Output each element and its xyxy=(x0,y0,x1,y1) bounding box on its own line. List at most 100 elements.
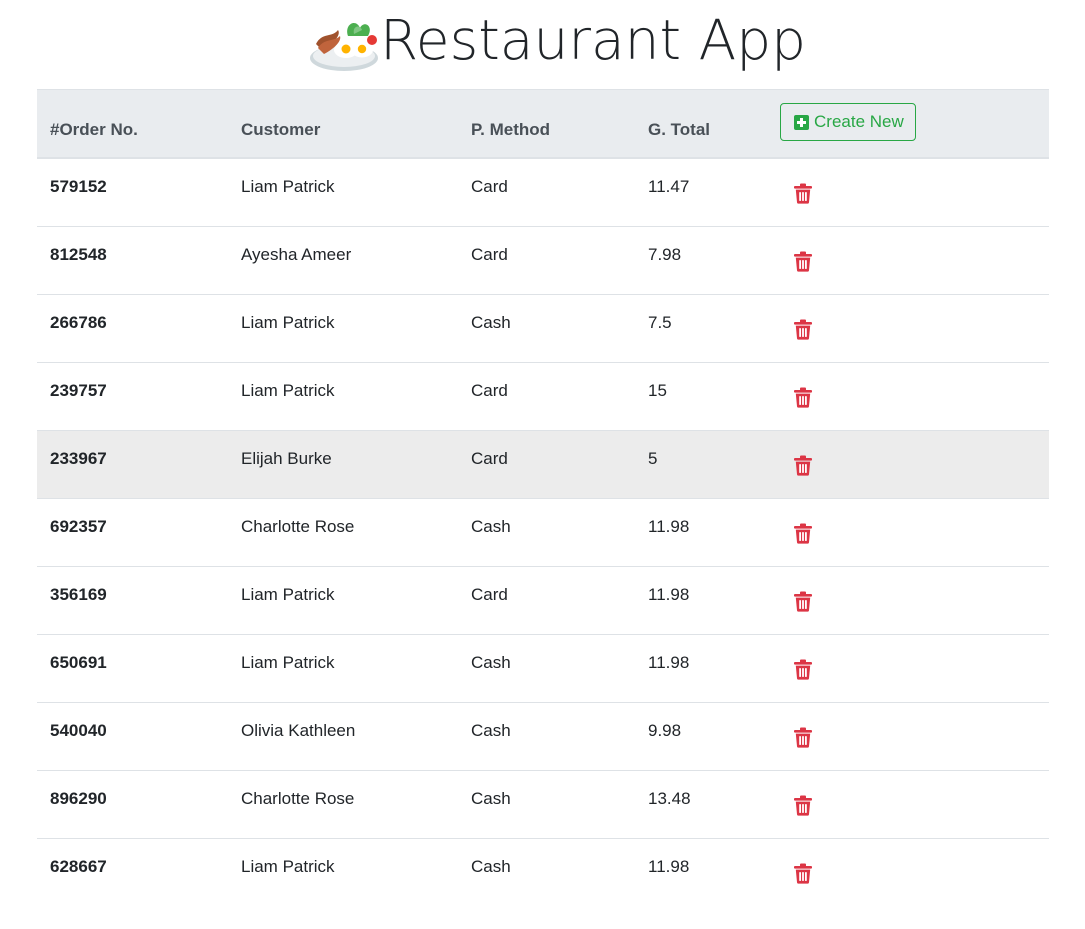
actions-cell xyxy=(780,294,1049,363)
actions-cell xyxy=(780,634,1049,703)
grand-total: 9.98 xyxy=(648,720,682,740)
customer-cell: Olivia Kathleen xyxy=(228,702,458,771)
payment-method: Card xyxy=(471,244,508,264)
grand-total: 11.47 xyxy=(648,176,690,196)
actions-cell xyxy=(780,498,1049,567)
grand-total: 11.98 xyxy=(648,856,690,876)
order-number: 540040 xyxy=(50,720,107,740)
payment-method-cell: Card xyxy=(458,430,635,499)
customer-cell: Liam Patrick xyxy=(228,566,458,635)
customer-name: Olivia Kathleen xyxy=(241,720,356,740)
actions-cell xyxy=(780,838,1049,906)
grand-total-cell: 13.48 xyxy=(635,770,780,839)
plus-square-icon xyxy=(794,114,809,130)
app-header: Restaurant App xyxy=(0,0,1085,88)
grand-total-cell: 11.98 xyxy=(635,498,780,567)
actions-cell xyxy=(780,157,1049,227)
table-row[interactable]: 628667 Liam Patrick Cash 11.98 xyxy=(37,838,1049,906)
customer-name: Charlotte Rose xyxy=(241,516,355,536)
payment-method-cell: Cash xyxy=(458,770,635,839)
customer-cell: Liam Patrick xyxy=(228,294,458,363)
order-number: 356169 xyxy=(50,584,107,604)
payment-method-cell: Cash xyxy=(458,294,635,363)
customer-cell: Liam Patrick xyxy=(228,157,458,227)
orders-table: #Order No. Customer P. Method G. Total C… xyxy=(37,89,1049,906)
table-header-row: #Order No. Customer P. Method G. Total C… xyxy=(37,89,1049,159)
table-row[interactable]: 239757 Liam Patrick Card 15 xyxy=(37,362,1049,431)
order-number-cell: 266786 xyxy=(37,294,228,363)
customer-name: Elijah Burke xyxy=(241,448,332,468)
trash-icon[interactable] xyxy=(794,455,812,476)
actions-cell xyxy=(780,430,1049,499)
trash-icon[interactable] xyxy=(794,319,812,340)
payment-method-cell: Cash xyxy=(458,498,635,567)
payment-method-cell: Cash xyxy=(458,634,635,703)
order-number-cell: 579152 xyxy=(37,157,228,227)
grand-total: 11.98 xyxy=(648,652,690,672)
customer-name: Liam Patrick xyxy=(241,584,335,604)
table-row[interactable]: 233967 Elijah Burke Card 5 xyxy=(37,430,1049,499)
customer-cell: Elijah Burke xyxy=(228,430,458,499)
payment-method: Cash xyxy=(471,652,511,672)
create-new-label: Create New xyxy=(814,112,904,131)
grand-total: 7.98 xyxy=(648,244,682,264)
grand-total-cell: 5 xyxy=(635,430,780,499)
trash-icon[interactable] xyxy=(794,659,812,680)
trash-icon[interactable] xyxy=(794,387,812,408)
actions-cell xyxy=(780,566,1049,635)
grand-total: 7.5 xyxy=(648,312,672,332)
trash-icon[interactable] xyxy=(794,863,812,884)
table-row[interactable]: 650691 Liam Patrick Cash 11.98 xyxy=(37,634,1049,703)
grand-total-cell: 15 xyxy=(635,362,780,431)
order-number-cell: 628667 xyxy=(37,838,228,906)
table-row[interactable]: 356169 Liam Patrick Card 11.98 xyxy=(37,566,1049,635)
trash-icon[interactable] xyxy=(794,591,812,612)
trash-icon[interactable] xyxy=(794,523,812,544)
grand-total-cell: 7.5 xyxy=(635,294,780,363)
order-number: 628667 xyxy=(50,856,107,876)
order-number-cell: 239757 xyxy=(37,362,228,431)
trash-icon[interactable] xyxy=(794,183,812,204)
payment-method: Card xyxy=(471,176,508,196)
grand-total: 11.98 xyxy=(648,584,690,604)
customer-cell: Liam Patrick xyxy=(228,838,458,906)
header-customer: Customer xyxy=(228,89,458,159)
grand-total-cell: 7.98 xyxy=(635,226,780,295)
payment-method: Cash xyxy=(471,788,511,808)
actions-cell xyxy=(780,770,1049,839)
table-row[interactable]: 579152 Liam Patrick Card 11.47 xyxy=(37,157,1049,227)
customer-name: Liam Patrick xyxy=(241,176,335,196)
trash-icon[interactable] xyxy=(794,795,812,816)
trash-icon[interactable] xyxy=(794,727,812,748)
table-row[interactable]: 812548 Ayesha Ameer Card 7.98 xyxy=(37,226,1049,295)
trash-icon[interactable] xyxy=(794,251,812,272)
create-new-button[interactable]: Create New xyxy=(780,103,916,141)
actions-cell xyxy=(780,702,1049,771)
header-actions: Create New xyxy=(780,89,1049,159)
payment-method: Cash xyxy=(471,720,511,740)
order-number: 896290 xyxy=(50,788,107,808)
table-row[interactable]: 540040 Olivia Kathleen Cash 9.98 xyxy=(37,702,1049,771)
order-number: 266786 xyxy=(50,312,107,332)
payment-method-cell: Cash xyxy=(458,702,635,771)
payment-method-cell: Card xyxy=(458,566,635,635)
customer-name: Liam Patrick xyxy=(241,856,335,876)
table-row[interactable]: 266786 Liam Patrick Cash 7.5 xyxy=(37,294,1049,363)
payment-method-cell: Card xyxy=(458,157,635,227)
grand-total-cell: 11.98 xyxy=(635,838,780,906)
table-row[interactable]: 896290 Charlotte Rose Cash 13.48 xyxy=(37,770,1049,839)
order-number-cell: 692357 xyxy=(37,498,228,567)
customer-name: Liam Patrick xyxy=(241,652,335,672)
order-number: 579152 xyxy=(50,176,107,196)
payment-method: Card xyxy=(471,448,508,468)
order-number-cell: 896290 xyxy=(37,770,228,839)
order-number: 692357 xyxy=(50,516,107,536)
order-number-cell: 233967 xyxy=(37,430,228,499)
payment-method: Card xyxy=(471,380,508,400)
payment-method: Cash xyxy=(471,516,511,536)
customer-cell: Charlotte Rose xyxy=(228,770,458,839)
table-row[interactable]: 692357 Charlotte Rose Cash 11.98 xyxy=(37,498,1049,567)
order-number-cell: 650691 xyxy=(37,634,228,703)
grand-total-cell: 11.98 xyxy=(635,566,780,635)
order-number-cell: 812548 xyxy=(37,226,228,295)
